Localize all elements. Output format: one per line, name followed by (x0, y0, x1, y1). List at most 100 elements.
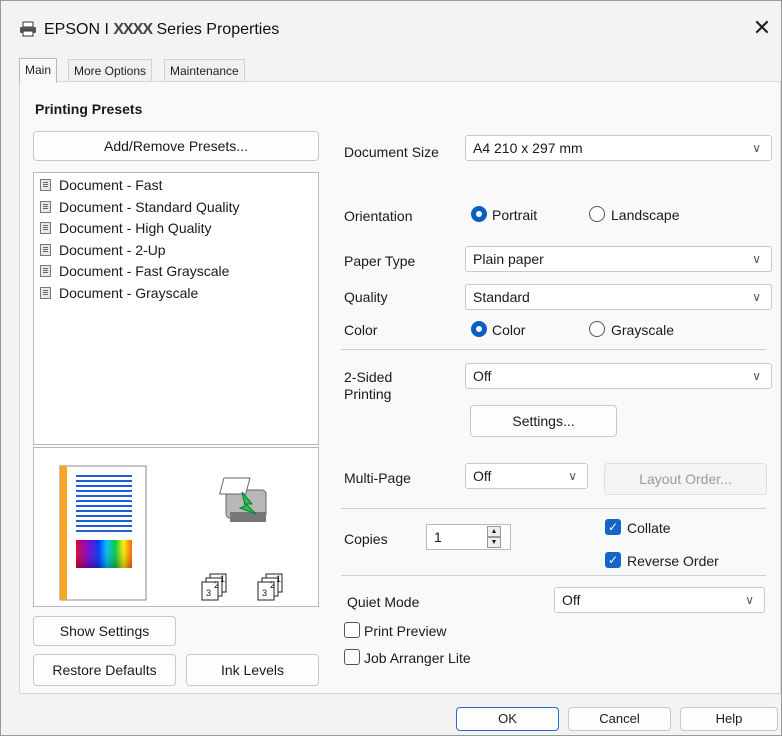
document-icon (40, 265, 51, 277)
landscape-radio[interactable] (589, 206, 605, 222)
quality-select[interactable]: Standard ∨ (465, 284, 772, 310)
document-size-select[interactable]: A4 210 x 297 mm ∨ (465, 135, 772, 161)
document-size-label: Document Size (344, 144, 439, 160)
chevron-down-icon: ∨ (752, 252, 761, 266)
show-settings-button[interactable]: Show Settings (33, 616, 176, 646)
svg-text:3: 3 (206, 588, 211, 598)
preset-label: Document - Fast Grayscale (59, 263, 230, 279)
tab-main[interactable]: Main (19, 58, 58, 83)
tab-main-label: Main (25, 63, 52, 77)
window-title: EPSON I XXXX Series Properties (44, 21, 279, 39)
tab-maintenance[interactable]: Maintenance (164, 59, 245, 82)
collate-label[interactable]: Collate (627, 520, 671, 536)
tab-more-options-label: More Options (74, 64, 147, 78)
divider (341, 349, 766, 350)
print-preview-label[interactable]: Print Preview (364, 623, 446, 639)
print-preview-checkbox[interactable] (344, 622, 360, 638)
document-icon (40, 222, 51, 234)
title-bar: EPSON I XXXX Series Properties ✕ (1, 1, 781, 55)
two-sided-value: Off (473, 368, 492, 384)
svg-text:3: 3 (262, 588, 267, 598)
document-icon (40, 286, 51, 299)
divider (341, 575, 766, 576)
preset-label: Document - High Quality (59, 220, 212, 236)
document-icon (40, 179, 51, 191)
close-icon: ✕ (752, 15, 772, 40)
printing-presets-heading: Printing Presets (35, 101, 143, 117)
restore-defaults-button[interactable]: Restore Defaults (33, 654, 176, 686)
copies-increment-button[interactable]: ▲ (487, 526, 501, 537)
help-button[interactable]: Help (680, 707, 778, 731)
copies-label: Copies (344, 531, 388, 547)
ok-button[interactable]: OK (456, 707, 559, 731)
multi-page-label: Multi-Page (344, 470, 411, 486)
layout-order-button[interactable]: Layout Order... (604, 463, 767, 495)
svg-text:1: 1 (220, 574, 225, 584)
chevron-down-icon: ∨ (745, 593, 754, 607)
close-button[interactable]: ✕ (749, 15, 775, 41)
paper-type-label: Paper Type (344, 253, 416, 269)
color-option-label[interactable]: Color (492, 322, 525, 338)
color-radio[interactable] (471, 321, 487, 337)
quiet-mode-select[interactable]: Off ∨ (554, 587, 765, 613)
reverse-order-label[interactable]: Reverse Order (627, 553, 719, 569)
list-item[interactable]: Document - Standard Quality (34, 197, 318, 219)
copies-stepper[interactable]: 1 ▲ ▼ (426, 524, 511, 550)
grayscale-option-label[interactable]: Grayscale (611, 322, 674, 338)
printer-graphic (219, 477, 267, 522)
quality-label: Quality (344, 289, 388, 305)
title-suffix: Series Properties (152, 21, 280, 38)
copies-decrement-button[interactable]: ▼ (487, 537, 501, 548)
reverse-order-checkbox[interactable]: ✓ (605, 552, 621, 568)
paper-type-value: Plain paper (473, 251, 544, 267)
two-sided-settings-button[interactable]: Settings... (470, 405, 617, 437)
tab-more-options[interactable]: More Options (68, 59, 153, 82)
collate-checkbox[interactable]: ✓ (605, 519, 621, 535)
chevron-down-icon: ∨ (752, 369, 761, 383)
two-up-icon (40, 243, 51, 256)
svg-text:2: 2 (270, 580, 275, 590)
quality-value: Standard (473, 289, 530, 305)
preset-list[interactable]: Document - Fast Document - Standard Qual… (33, 172, 319, 445)
cancel-button[interactable]: Cancel (568, 707, 671, 731)
grayscale-radio[interactable] (589, 321, 605, 337)
document-icon (40, 200, 51, 213)
page-orange-stripe (60, 466, 67, 600)
portrait-label[interactable]: Portrait (492, 207, 537, 223)
orientation-label: Orientation (344, 208, 413, 224)
chevron-down-icon: ∨ (752, 141, 761, 155)
title-prefix: EPSON I (44, 21, 114, 38)
preset-label: Document - 2-Up (59, 241, 166, 258)
list-item[interactable]: Document - High Quality (34, 218, 318, 240)
properties-window: EPSON I XXXX Series Properties ✕ Main Mo… (0, 0, 782, 736)
multi-page-select[interactable]: Off ∨ (465, 463, 588, 489)
settings-preview: 321 321 (33, 447, 319, 607)
title-model: XXXX (113, 21, 153, 38)
two-sided-select[interactable]: Off ∨ (465, 363, 772, 389)
landscape-label[interactable]: Landscape (611, 207, 680, 223)
copies-value[interactable]: 1 (434, 529, 442, 545)
paper-type-select[interactable]: Plain paper ∨ (465, 246, 772, 272)
ink-levels-button[interactable]: Ink Levels (186, 654, 319, 686)
two-sided-label-line1: 2-Sided (344, 369, 393, 385)
list-item[interactable]: Document - 2-Up (34, 240, 318, 262)
preview-graphic: 321 321 (59, 465, 283, 601)
printer-icon (19, 21, 37, 37)
list-item[interactable]: Document - Fast Grayscale (34, 261, 318, 283)
list-item[interactable]: Document - Fast (34, 175, 318, 197)
two-sided-label-line2: Printing (344, 386, 392, 402)
quiet-mode-label: Quiet Mode (347, 594, 420, 610)
divider (341, 508, 766, 509)
portrait-radio[interactable] (471, 206, 487, 222)
list-item[interactable]: Document - Grayscale (34, 283, 318, 305)
svg-text:2: 2 (214, 580, 219, 590)
document-size-value: A4 210 x 297 mm (473, 140, 583, 156)
quiet-mode-value: Off (562, 592, 581, 608)
job-arranger-checkbox[interactable] (344, 649, 360, 665)
multi-page-value: Off (473, 468, 492, 484)
chevron-down-icon: ∨ (752, 290, 761, 304)
job-arranger-label[interactable]: Job Arranger Lite (364, 650, 471, 666)
add-remove-presets-button[interactable]: Add/Remove Presets... (33, 131, 319, 161)
preset-label: Document - Standard Quality (59, 198, 240, 215)
preset-label: Document - Fast (59, 177, 163, 193)
